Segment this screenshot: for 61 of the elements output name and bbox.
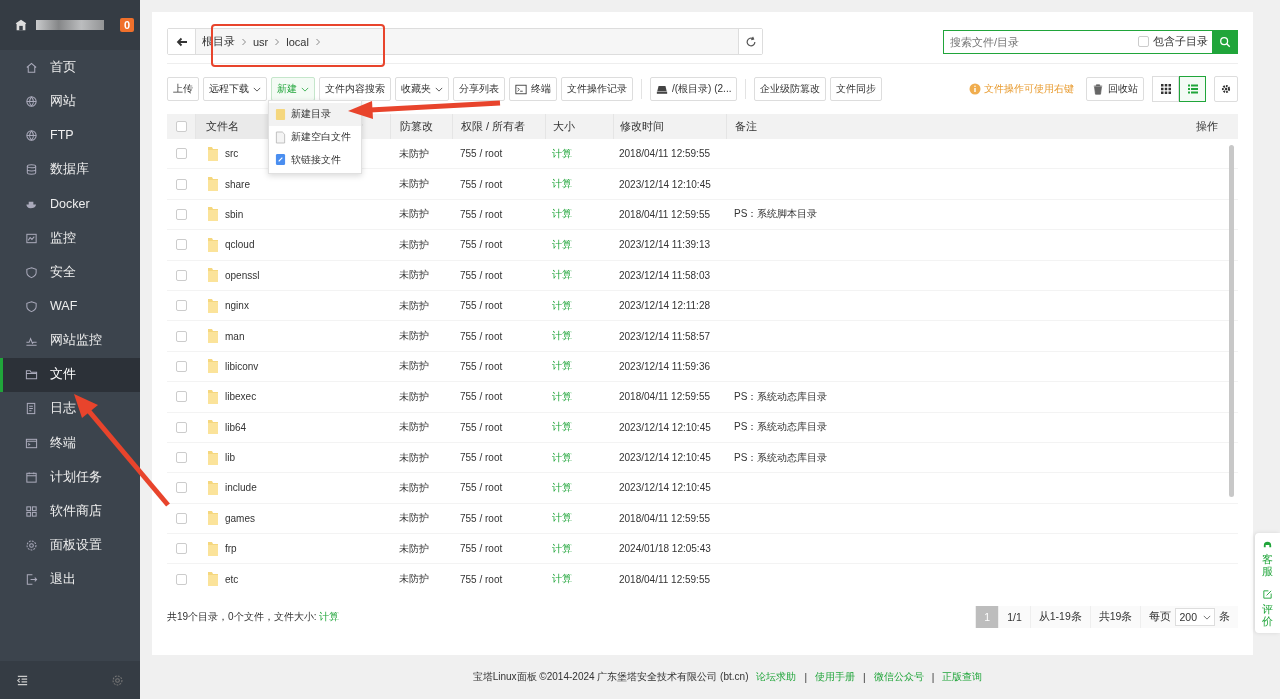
table-cell: PS：系统动态库目录 bbox=[734, 451, 828, 463]
separator: | bbox=[931, 671, 935, 683]
total-text: 共19条 bbox=[1089, 606, 1141, 628]
table-cell-text: 未防护 bbox=[398, 481, 430, 495]
table-cell-text: 未防护 bbox=[398, 450, 430, 465]
table-cell-text: 755 / root bbox=[459, 239, 504, 251]
table-cell-text: 755 / root bbox=[459, 543, 504, 555]
table-cell-text: 755 / root bbox=[459, 573, 504, 585]
summary-text: 共19个目录，0个文件，文件大小: 计算 bbox=[167, 610, 340, 624]
right-click-hint: 文件操作可使用右键 bbox=[984, 82, 1074, 96]
table-cell-text: 未防护 bbox=[398, 207, 430, 222]
per-page-unit: 条 bbox=[1219, 610, 1230, 624]
table-cell-text: 未防护 bbox=[398, 389, 430, 404]
column-header: 操作 bbox=[1195, 119, 1219, 134]
table-cell-text: 未防护 bbox=[398, 541, 430, 556]
table-cell-text: 755 / root bbox=[459, 391, 504, 403]
table-cell-text: 755 / root bbox=[459, 148, 504, 160]
separator: | bbox=[863, 671, 866, 683]
table-cell-text: 2024/01/18 12:05:43 bbox=[618, 543, 712, 555]
table-cell-text: 755 / root bbox=[459, 360, 504, 372]
table-cell-text: 755 / root bbox=[459, 269, 504, 281]
separator: | bbox=[804, 671, 808, 683]
table-cell-text: 755 / root bbox=[459, 512, 504, 524]
table-cell-text: 755 / root bbox=[459, 482, 504, 494]
table-cell-text: 未防护 bbox=[398, 329, 430, 344]
per-page-label: 每页 bbox=[1149, 610, 1172, 624]
table-cell-text: 755 / root bbox=[459, 421, 504, 433]
table-cell-text: 未防护 bbox=[398, 420, 430, 435]
table-cell-text: 2023/12/14 11:58:03 bbox=[618, 269, 711, 281]
table-cell-text: 未防护 bbox=[398, 298, 430, 313]
table-cell-text: 755 / root bbox=[459, 300, 504, 312]
copyright-text: 宝塔Linux面板 ©2014-2024 广东堡塔安全技术有限公司 (bt.cn) bbox=[472, 670, 749, 684]
table-cell-text: 未防护 bbox=[398, 177, 430, 192]
table-cell-text: 未防护 bbox=[398, 511, 430, 526]
table-cell-text: 未防护 bbox=[398, 146, 430, 161]
table-cell-text: 未防护 bbox=[398, 268, 430, 283]
table-cell-text: 2018/04/11 12:59:55 bbox=[618, 512, 711, 524]
table-cell-text: 755 / root bbox=[459, 330, 504, 342]
table-cell-text: 2023/12/14 12:10:45 bbox=[618, 178, 712, 190]
table-cell: PS：系统动态库目录 bbox=[734, 421, 828, 433]
range-text: 从1-19条 bbox=[1029, 606, 1090, 628]
table-cell-text: 2023/12/14 11:59:36 bbox=[618, 360, 711, 372]
table-cell: PS：系统脚本目录 bbox=[734, 208, 818, 220]
table-cell-text: 2023/12/14 12:11:28 bbox=[618, 300, 711, 312]
table-cell-text: 2023/12/14 12:10:45 bbox=[618, 482, 712, 494]
table-cell-text: 755 / root bbox=[459, 452, 504, 464]
table-cell: PS：系统动态库目录 bbox=[734, 390, 828, 402]
table-cell-text: 未防护 bbox=[398, 237, 430, 252]
table-cell-text: 2018/04/11 12:59:55 bbox=[618, 208, 711, 220]
table-cell-text: 未防护 bbox=[398, 572, 430, 587]
table-cell-text: 2023/12/14 12:10:45 bbox=[618, 452, 712, 464]
table-cell-text: 755 / root bbox=[459, 208, 504, 220]
table-cell-text: 2023/12/14 11:58:57 bbox=[618, 330, 711, 342]
table-cell-text: 2023/12/14 11:39:13 bbox=[618, 239, 711, 251]
table-cell-text: 2018/04/11 12:59:55 bbox=[618, 391, 711, 403]
page-count: 1/1 bbox=[998, 606, 1030, 628]
table-cell-text: 755 / root bbox=[459, 178, 504, 190]
table-cell-text: 未防护 bbox=[398, 359, 430, 374]
table-cell-text: 2018/04/11 12:59:55 bbox=[618, 148, 711, 160]
table-cell-text: 2023/12/14 12:10:45 bbox=[618, 421, 712, 433]
table-cell-text: 2018/04/11 12:59:55 bbox=[618, 573, 711, 585]
